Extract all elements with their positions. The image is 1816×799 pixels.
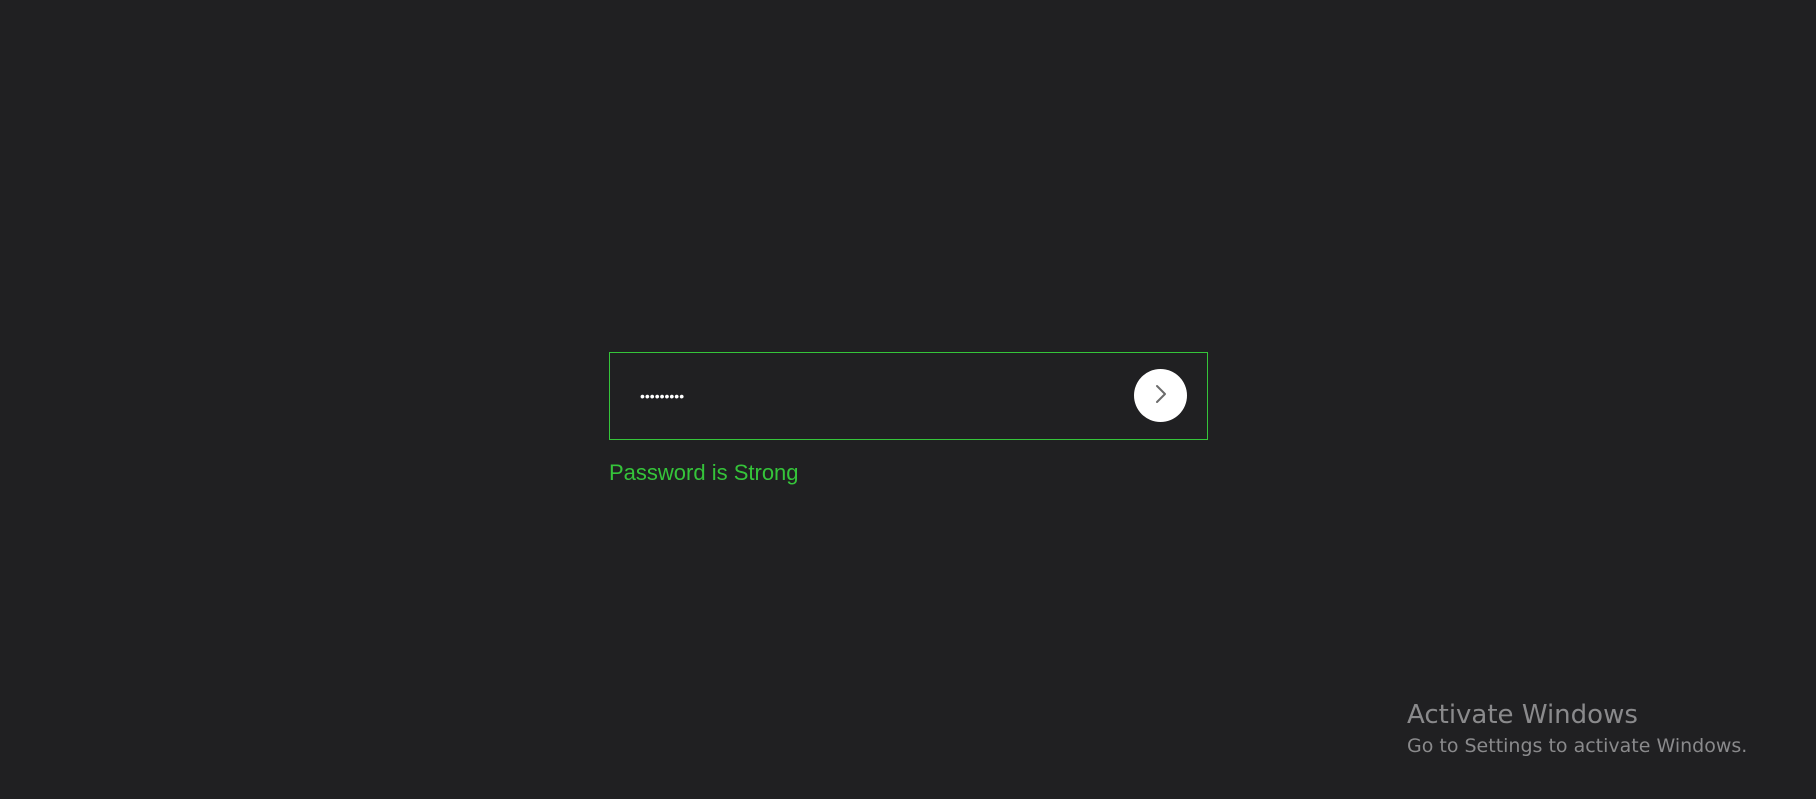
password-field-container: [609, 352, 1208, 440]
submit-button[interactable]: [1134, 369, 1187, 422]
watermark-title: Activate Windows: [1407, 700, 1638, 730]
page: Password is Strong Activate Windows Go t…: [0, 0, 1816, 799]
password-strength-message: Password is Strong: [609, 460, 799, 485]
watermark-subtitle: Go to Settings to activate Windows.: [1407, 735, 1748, 757]
password-input[interactable]: [640, 377, 1110, 415]
chevron-right-icon: [1154, 384, 1168, 407]
activate-windows-watermark: Activate Windows Go to Settings to activ…: [1407, 697, 1747, 760]
